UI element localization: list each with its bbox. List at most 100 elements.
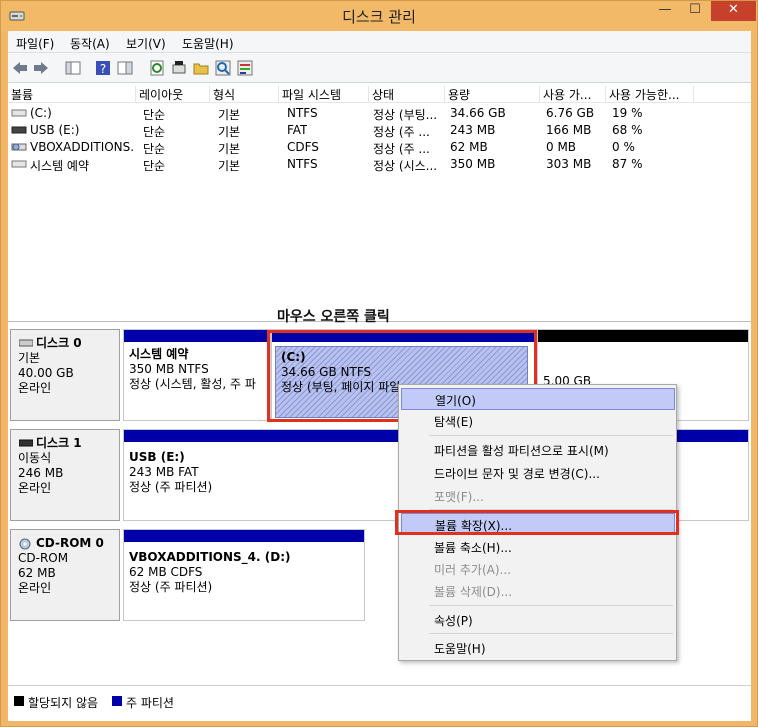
- menu-bar: 파일(F) 동작(A) 보기(V) 도움말(H): [8, 31, 751, 53]
- cdrom-0-label[interactable]: CD-ROM 0 CD-ROM 62 MB 온라인: [10, 529, 120, 621]
- disk-kind: 이동식: [18, 451, 52, 465]
- volume-name: USB (E:): [30, 123, 80, 137]
- volume-percent-free: 19 %: [612, 106, 643, 120]
- volume-type: 기본: [218, 108, 241, 122]
- column-volume[interactable]: 볼륨: [8, 86, 136, 103]
- volume-percent-free: 68 %: [612, 123, 643, 137]
- column-percent-free[interactable]: 사용 가능한...: [606, 86, 694, 103]
- partition-system-reserved[interactable]: 시스템 예약 350 MB NTFS 정상 (시스템, 활성, 주 파: [123, 329, 271, 421]
- disk-state: 온라인: [18, 381, 52, 395]
- partition-size: 243 MB FAT: [129, 465, 199, 479]
- menu-shrink-volume[interactable]: 볼륨 축소(H)...: [401, 536, 675, 558]
- disk-kind: CD-ROM: [18, 551, 69, 565]
- primary-partition-bar: [124, 330, 270, 342]
- volume-type: 기본: [218, 142, 241, 156]
- disk-1-label[interactable]: 디스크 1 이동식 246 MB 온라인: [10, 429, 120, 521]
- volume-capacity: 350 MB: [450, 157, 496, 171]
- rescan-icon[interactable]: [170, 59, 188, 77]
- column-capacity[interactable]: 용량: [445, 86, 540, 103]
- volume-list-header: 볼륨 레이아웃 형식 파일 시스템 상태 용량 사용 가... 사용 가능한..…: [8, 84, 751, 103]
- disk-kind: 기본: [18, 351, 41, 365]
- refresh-icon[interactable]: [148, 59, 166, 77]
- cd-drive-icon: [11, 143, 27, 151]
- volume-free-space: 0 MB: [546, 140, 577, 154]
- removable-disk-icon: [19, 439, 33, 447]
- volume-filesystem: FAT: [287, 123, 308, 137]
- volume-row-cdrom[interactable]: VBOXADDITIONS... 단순 기본 CDFS 정상 (주 ... 62…: [8, 139, 751, 156]
- close-button[interactable]: ✕: [711, 1, 756, 21]
- menu-file[interactable]: 파일(F): [16, 35, 54, 52]
- forward-arrow-icon[interactable]: [32, 59, 50, 77]
- menu-properties[interactable]: 속성(P): [401, 609, 675, 631]
- partition-status: 정상 (시스템, 활성, 주 파: [129, 377, 256, 391]
- menu-separator: [429, 633, 673, 634]
- menu-view[interactable]: 보기(V): [126, 35, 166, 52]
- menu-mark-active[interactable]: 파티션을 활성 파티션으로 표시(M): [401, 439, 675, 461]
- title-bar[interactable]: 디스크 관리 — ☐ ✕: [1, 1, 757, 31]
- unallocated-swatch: [14, 696, 24, 706]
- partition-title: USB (E:): [129, 450, 185, 464]
- menu-help-context[interactable]: 도움말(H): [401, 637, 675, 659]
- back-arrow-icon[interactable]: [11, 59, 29, 77]
- menu-change-drive-letter[interactable]: 드라이브 문자 및 경로 변경(C)...: [401, 462, 675, 484]
- menu-delete-volume[interactable]: 볼륨 삭제(D)...: [401, 580, 675, 602]
- menu-explore[interactable]: 탐색(E): [401, 410, 675, 432]
- partition-title: 시스템 예약: [129, 347, 189, 361]
- volume-free-space: 6.76 GB: [546, 106, 595, 120]
- disk-name: 디스크 1: [36, 436, 82, 450]
- volume-percent-free: 87 %: [612, 157, 643, 171]
- menu-action[interactable]: 동작(A): [70, 35, 110, 52]
- menu-help[interactable]: 도움말(H): [182, 35, 234, 52]
- disk-state: 온라인: [18, 481, 52, 495]
- removable-drive-icon: [11, 126, 27, 134]
- volume-name: (C:): [30, 106, 52, 120]
- volume-row-system-reserved[interactable]: 시스템 예약 단순 기본 NTFS 정상 (시스... 350 MB 303 M…: [8, 156, 751, 173]
- volume-row-c[interactable]: (C:) 단순 기본 NTFS 정상 (부팅... 34.66 GB 6.76 …: [8, 105, 751, 122]
- menu-open[interactable]: 열기(O): [401, 388, 675, 410]
- legend-primary: 주 파티션: [126, 696, 174, 710]
- disk-name: 디스크 0: [36, 336, 82, 350]
- volume-icon: [11, 160, 27, 168]
- volume-layout: 단순: [143, 108, 166, 122]
- volume-capacity: 34.66 GB: [450, 106, 506, 120]
- volume-status: 정상 (주 ...: [373, 142, 430, 156]
- column-status[interactable]: 상태: [369, 86, 445, 103]
- volume-free-space: 303 MB: [546, 157, 592, 171]
- maximize-button[interactable]: ☐: [681, 1, 709, 21]
- disk-icon: [19, 339, 33, 347]
- annotation-right-click: 마우스 오른쪽 클릭: [277, 309, 390, 325]
- column-free-space[interactable]: 사용 가...: [540, 86, 606, 103]
- cd-icon: [19, 538, 31, 550]
- column-layout[interactable]: 레이아웃: [136, 86, 210, 103]
- column-type[interactable]: 형식: [210, 86, 279, 103]
- toolbar: ?: [8, 53, 751, 83]
- console-tree-icon[interactable]: [64, 59, 82, 77]
- search-icon[interactable]: [214, 59, 232, 77]
- partition-size: 350 MB NTFS: [129, 362, 209, 376]
- column-filesystem[interactable]: 파일 시스템: [279, 86, 369, 103]
- disk-name: CD-ROM 0: [36, 536, 104, 550]
- disk-0-label[interactable]: 디스크 0 기본 40.00 GB 온라인: [10, 329, 120, 421]
- volume-free-space: 166 MB: [546, 123, 592, 137]
- volume-icon: [11, 109, 27, 117]
- legend-bar: 할당되지 않음 주 파티션: [8, 685, 751, 721]
- partition-cdrom[interactable]: VBOXADDITIONS_4. (D:) 62 MB CDFS 정상 (주 파…: [123, 529, 365, 621]
- disk-size: 246 MB: [18, 466, 64, 480]
- disk-size: 62 MB: [18, 566, 56, 580]
- volume-type: 기본: [218, 125, 241, 139]
- menu-separator: [429, 605, 673, 606]
- minimize-button[interactable]: —: [651, 1, 679, 21]
- properties-icon[interactable]: [236, 59, 254, 77]
- open-folder-icon[interactable]: [192, 59, 210, 77]
- help-icon[interactable]: ?: [94, 59, 112, 77]
- volume-status: 정상 (부팅...: [373, 108, 438, 122]
- volume-layout: 단순: [143, 159, 166, 173]
- volume-row-usb[interactable]: USB (E:) 단순 기본 FAT 정상 (주 ... 243 MB 166 …: [8, 122, 751, 139]
- volume-status: 정상 (주 ...: [373, 125, 430, 139]
- volume-filesystem: NTFS: [287, 106, 318, 120]
- menu-format[interactable]: 포맷(F)...: [401, 485, 675, 507]
- volume-name: VBOXADDITIONS...: [30, 140, 134, 154]
- volume-type: 기본: [218, 159, 241, 173]
- menu-add-mirror[interactable]: 미러 추가(A)...: [401, 558, 675, 580]
- show-hide-icon[interactable]: [116, 59, 134, 77]
